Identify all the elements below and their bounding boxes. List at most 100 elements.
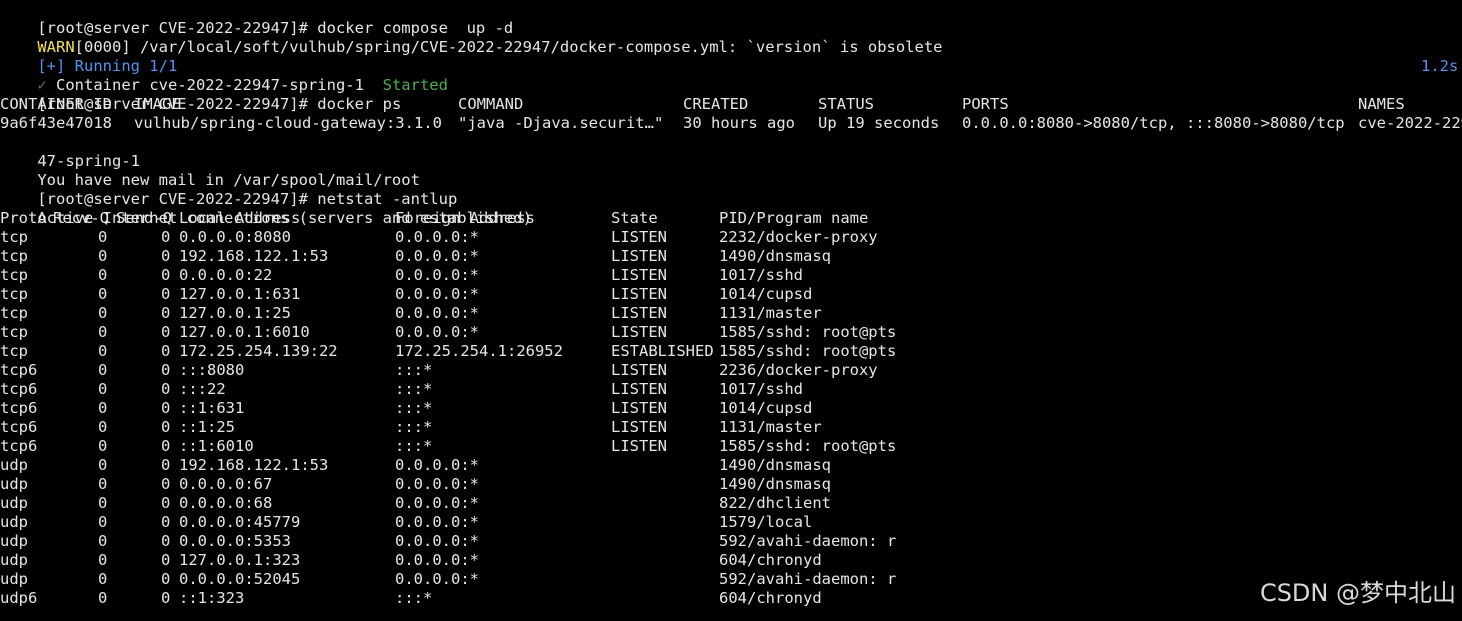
netstat-foreign-address: 0.0.0.0:* — [395, 456, 479, 474]
netstat-state: LISTEN — [611, 247, 667, 265]
netstat-proto: tcp6 — [0, 418, 38, 436]
header-send-q: Send-Q — [116, 209, 172, 227]
netstat-proto: udp — [0, 532, 28, 550]
header-image: IMAGE — [134, 95, 181, 113]
netstat-local-address: 192.168.122.1:53 — [179, 247, 329, 265]
netstat-recv-q: 0 — [98, 513, 108, 531]
netstat-local-address: 0.0.0.0:22 — [179, 266, 273, 284]
netstat-send-q: 0 — [161, 418, 171, 436]
netstat-proto: tcp — [0, 228, 28, 246]
netstat-local-address: 127.0.0.1:323 — [179, 551, 301, 569]
netstat-pid-program: 1579/local — [719, 513, 813, 531]
netstat-row: tcp 0 0 127.0.0.1:25 0.0.0.0:* LISTEN 1131/mas… — [0, 304, 1462, 323]
netstat-row: udp 0 0 0.0.0.0:52045 0.0.0.0:* 592/avahi-dae… — [0, 570, 1462, 589]
netstat-pid-program: 822/dhclient — [719, 494, 831, 512]
container-ports: 0.0.0.0:8080->8080/tcp, :::8080->8080/tc… — [962, 114, 1345, 132]
netstat-send-q: 0 — [161, 475, 171, 493]
container-created: 30 hours ago — [683, 114, 795, 132]
netstat-proto: tcp — [0, 342, 28, 360]
container-id: 9a6f43e47018 — [0, 114, 112, 132]
netstat-local-address: 127.0.0.1:6010 — [179, 323, 310, 341]
netstat-recv-q: 0 — [98, 342, 108, 360]
header-foreign-address: Foreign Address — [395, 209, 535, 227]
netstat-proto: tcp — [0, 304, 28, 322]
netstat-local-address: 0.0.0.0:8080 — [179, 228, 291, 246]
netstat-foreign-address: :::* — [395, 380, 433, 398]
netstat-row: tcp 0 0 127.0.0.1:631 0.0.0.0:* LISTEN 1014/cu… — [0, 285, 1462, 304]
csdn-watermark: CSDN @梦中北山 — [1259, 579, 1456, 607]
netstat-local-address: :::22 — [179, 380, 226, 398]
netstat-row: udp 0 0 0.0.0.0:67 0.0.0.0:* 1490/dnsmasq — [0, 475, 1462, 494]
netstat-recv-q: 0 — [98, 418, 108, 436]
docker-ps-wrap-line: 47-spring-1 — [0, 133, 1462, 170]
netstat-pid-program: 592/avahi-daemon: r — [719, 570, 897, 588]
netstat-recv-q: 0 — [98, 399, 108, 417]
netstat-proto: udp — [0, 551, 28, 569]
netstat-proto: tcp — [0, 323, 28, 341]
elapsed-time: 1.2s — [1421, 57, 1459, 75]
netstat-recv-q: 0 — [98, 266, 108, 284]
netstat-recv-q: 0 — [98, 456, 108, 474]
netstat-recv-q: 0 — [98, 570, 108, 588]
netstat-local-address: 0.0.0.0:45779 — [179, 513, 301, 531]
netstat-proto: tcp6 — [0, 361, 38, 379]
netstat-send-q: 0 — [161, 323, 171, 341]
netstat-pid-program: 604/chronyd — [719, 551, 822, 569]
netstat-local-address: 127.0.0.1:25 — [179, 304, 291, 322]
container-image: vulhub/spring-cloud-gateway:3.1.0 — [134, 114, 442, 132]
netstat-row: tcp6 0 0:::8080:::* LISTEN 2236/docker-proxy — [0, 361, 1462, 380]
prompt-line: [root@server CVE-2022-22947]# — [0, 608, 1462, 621]
netstat-state: ESTABLISHED — [611, 342, 714, 360]
netstat-local-address: ::1:6010 — [179, 437, 254, 455]
netstat-row: udp 0 0 0.0.0.0:45779 0.0.0.0:* 1579/local — [0, 513, 1462, 532]
netstat-foreign-address: 0.0.0.0:* — [395, 551, 479, 569]
netstat-pid-program: 1490/dnsmasq — [719, 456, 831, 474]
netstat-send-q: 0 — [161, 399, 171, 417]
netstat-proto: udp — [0, 456, 28, 474]
netstat-pid-program: 1585/sshd: root@pts — [719, 437, 897, 455]
container-command: "java -Djava.securit…" — [458, 114, 664, 132]
netstat-foreign-address: 0.0.0.0:* — [395, 513, 479, 531]
netstat-send-q: 0 — [161, 494, 171, 512]
netstat-foreign-address: 172.25.254.1:26952 — [395, 342, 563, 360]
netstat-proto: udp6 — [0, 589, 38, 607]
netstat-proto: udp — [0, 513, 28, 531]
netstat-proto: tcp — [0, 285, 28, 303]
netstat-row: tcp6 0 0::1:631:::* LISTEN 1014/cupsd — [0, 399, 1462, 418]
prompt-line: [root@server CVE-2022-22947]# netstat -a… — [0, 171, 1462, 208]
netstat-pid-program: 1131/master — [719, 418, 822, 436]
netstat-send-q: 0 — [161, 551, 171, 569]
header-pid-program: PID/Program name — [719, 209, 869, 227]
netstat-state: LISTEN — [611, 361, 667, 379]
netstat-pid-program: 1014/cupsd — [719, 399, 813, 417]
netstat-proto: udp — [0, 570, 28, 588]
netstat-local-address: ::1:631 — [179, 399, 245, 417]
netstat-foreign-address: 0.0.0.0:* — [395, 494, 479, 512]
netstat-proto: tcp — [0, 247, 28, 265]
container-status: Up 19 seconds — [818, 114, 940, 132]
netstat-local-address: ::1:323 — [179, 589, 245, 607]
netstat-state: LISTEN — [611, 323, 667, 341]
netstat-foreign-address: 0.0.0.0:* — [395, 228, 479, 246]
netstat-row: tcp 0 0 192.168.122.1:53 0.0.0.0:* LISTEN 1490… — [0, 247, 1462, 266]
netstat-send-q: 0 — [161, 532, 171, 550]
netstat-proto: tcp — [0, 266, 28, 284]
header-container-id: CONTAINER ID — [0, 95, 112, 113]
terminal-window[interactable]: [root@server CVE-2022-22947]# docker com… — [0, 0, 1462, 621]
netstat-foreign-address: :::* — [395, 361, 433, 379]
header-created: CREATED — [683, 95, 749, 113]
netstat-recv-q: 0 — [98, 475, 108, 493]
netstat-recv-q: 0 — [98, 228, 108, 246]
netstat-row: tcp 0 0 0.0.0.0:22 0.0.0.0:* LISTEN 1017/sshd — [0, 266, 1462, 285]
prompt-line: [root@server CVE-2022-22947]# docker com… — [0, 0, 1462, 37]
netstat-recv-q: 0 — [98, 494, 108, 512]
netstat-row: udp 0 0 192.168.122.1:53 0.0.0.0:* 1490/dnsma… — [0, 456, 1462, 475]
netstat-state: LISTEN — [611, 228, 667, 246]
netstat-state: LISTEN — [611, 380, 667, 398]
netstat-send-q: 0 — [161, 342, 171, 360]
netstat-pid-program: 1131/master — [719, 304, 822, 322]
netstat-send-q: 0 — [161, 266, 171, 284]
netstat-row: udp 0 0 127.0.0.1:323 0.0.0.0:* 604/chronyd — [0, 551, 1462, 570]
netstat-pid-program: 2236/docker-proxy — [719, 361, 878, 379]
netstat-recv-q: 0 — [98, 551, 108, 569]
